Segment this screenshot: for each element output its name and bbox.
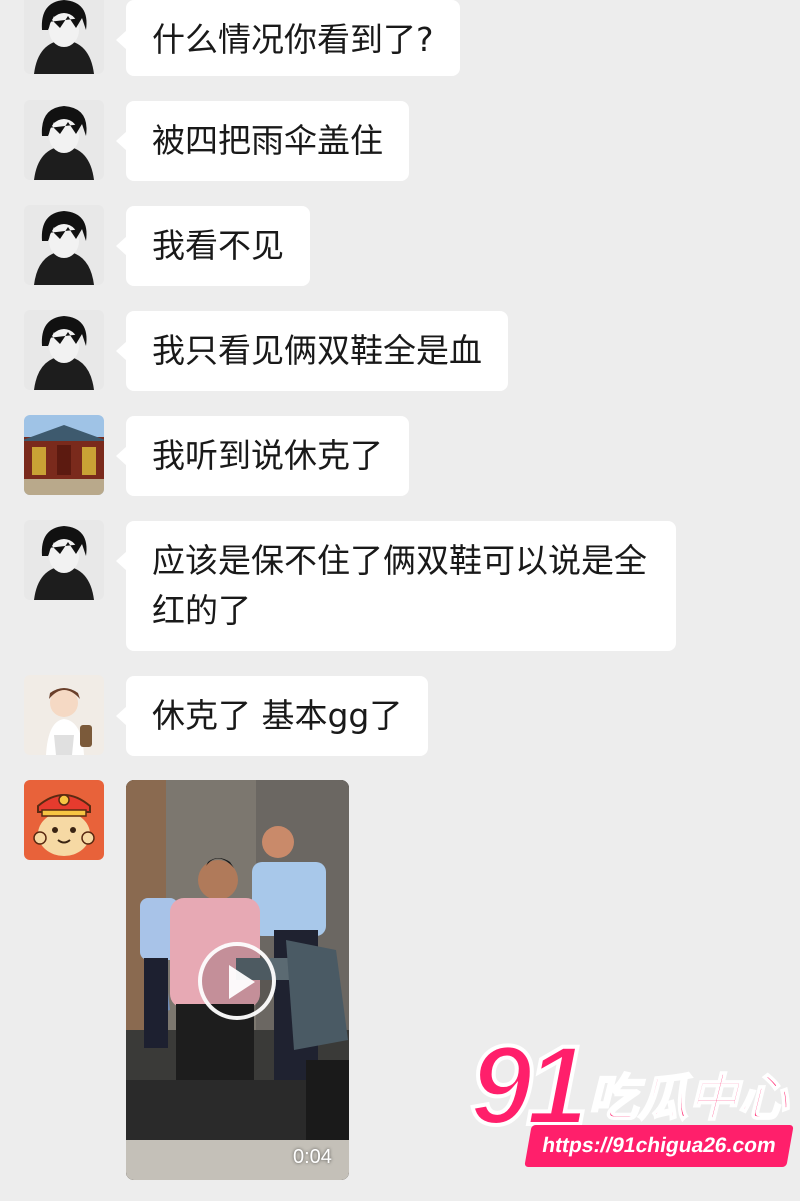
message-bubble[interactable]: 被四把雨伞盖住 <box>116 101 409 181</box>
anime-boy-avatar[interactable] <box>24 205 104 285</box>
message-text: 应该是保不住了俩双鞋可以说是全红的了 <box>152 541 647 630</box>
anime-boy-avatar[interactable] <box>24 520 104 600</box>
play-button[interactable] <box>198 942 276 1020</box>
anime-boy-avatar[interactable] <box>24 0 104 74</box>
message-bubble[interactable]: 休克了 基本gg了 <box>115 676 429 756</box>
message-text: 我听到说休克了 <box>152 436 383 475</box>
watermark-url: https://91chigua26.com <box>524 1125 794 1167</box>
message-bubble[interactable]: 应该是保不住了俩双鞋可以说是全红的了 <box>116 521 676 651</box>
message-text: 我看不见 <box>152 226 284 265</box>
anime-boy-avatar[interactable] <box>24 310 104 390</box>
message-text: 被四把雨伞盖住 <box>152 121 383 160</box>
video-duration: 0:04 <box>293 1146 332 1168</box>
temple-avatar[interactable] <box>24 415 104 495</box>
message-bubble[interactable]: 什么情况你看到了? <box>116 0 460 76</box>
message-text: 什么情况你看到了? <box>152 20 434 59</box>
watermark-brand: 吃瓜中心 <box>587 1068 789 1128</box>
message-text: 休克了 基本gg了 <box>152 696 403 735</box>
message-bubble[interactable]: 我看不见 <box>116 206 310 286</box>
message-bubble[interactable]: 我只看见俩双鞋全是血 <box>116 311 508 391</box>
message-text: 我只看见俩双鞋全是血 <box>152 331 482 370</box>
child-avatar[interactable] <box>24 675 104 755</box>
anime-boy-avatar[interactable] <box>24 100 104 180</box>
message-bubble[interactable]: 我听到说休克了 <box>116 416 409 496</box>
dog-cartoon-avatar[interactable] <box>24 780 104 860</box>
